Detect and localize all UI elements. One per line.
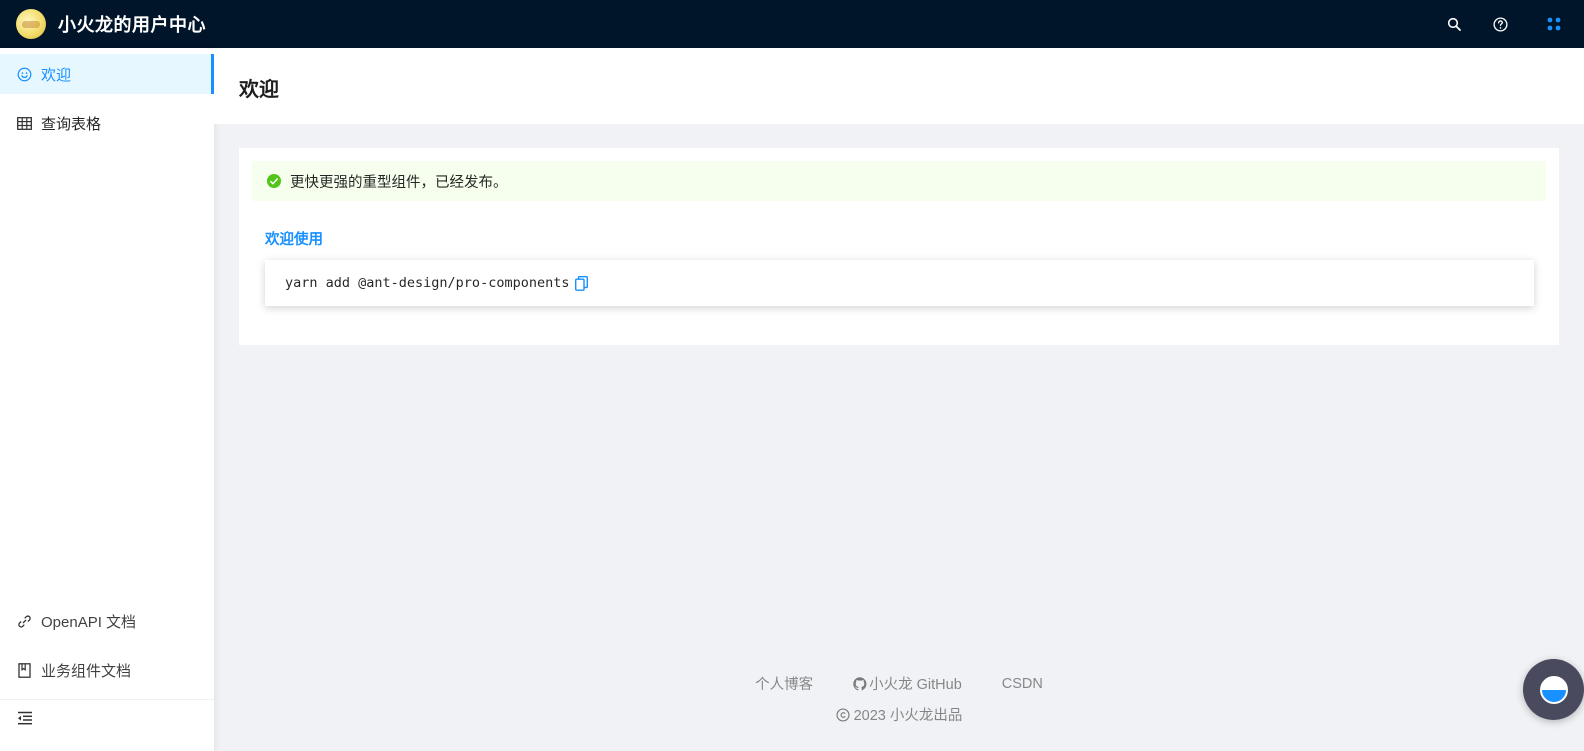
smile-icon [16,66,32,82]
footer-link-label: 个人博客 [755,677,814,693]
sidebar: 欢迎 查询表格 OpenAPI 文档 业务组件文档 [0,48,214,751]
sidebar-item-openapi-docs[interactable]: OpenAPI 文档 [0,601,214,641]
help-button[interactable] [1477,0,1524,48]
floating-assistant-button[interactable] [1523,659,1584,720]
copyright: 2023 小火龙出品 [214,704,1584,725]
header-actions [1430,0,1584,48]
copyright-icon [836,707,850,722]
copy-icon[interactable] [575,275,589,291]
sidebar-item-component-docs[interactable]: 业务组件文档 [0,650,214,690]
footer-link-label: 小火龙 GitHub [869,677,962,693]
search-button[interactable] [1430,0,1477,48]
link-icon [16,613,32,629]
footer-links: 个人博客 小火龙 GitHub CSDN [214,673,1584,694]
alert-message: 更快更强的重型组件，已经发布。 [290,174,508,191]
sidebar-item-query-table[interactable]: 查询表格 [0,103,214,143]
footer-link-csdn[interactable]: CSDN [1002,676,1043,692]
book-icon [16,662,32,678]
github-icon [853,676,867,691]
table-icon [16,115,32,131]
app-title[interactable]: 小火龙的用户中心 [58,11,206,37]
assistant-avatar-icon [1539,675,1568,704]
content-card: 更快更强的重型组件，已经发布。 欢迎使用 yarn add @ant-desig… [239,148,1559,345]
sidebar-item-label: 查询表格 [41,115,102,133]
menu-fold-icon [17,711,33,728]
apps-button[interactable] [1524,0,1584,48]
question-circle-icon [1493,16,1508,32]
sidebar-item-label: 欢迎 [41,66,72,84]
search-icon [1447,17,1461,31]
collapse-sidebar-button[interactable] [16,710,34,728]
install-command-box: yarn add @ant-design/pro-components [265,260,1534,306]
check-circle-icon [267,174,281,188]
success-alert: 更快更强的重型组件，已经发布。 [252,161,1546,201]
footer-link-blog[interactable]: 个人博客 [755,673,813,694]
copyright-text: 2023 小火龙出品 [853,708,963,724]
footer-link-github[interactable]: 小火龙 GitHub [853,673,962,694]
apps-icon [1547,17,1561,31]
app-logo[interactable] [16,9,46,39]
footer-link-label: CSDN [1001,675,1043,692]
install-command-text: yarn add @ant-design/pro-components [285,275,570,291]
sidebar-item-welcome[interactable]: 欢迎 [0,54,214,94]
sidebar-item-label: 业务组件文档 [41,662,132,680]
sidebar-divider [0,699,214,700]
page-header: 欢迎 [214,48,1584,124]
top-header: 小火龙的用户中心 [0,0,1584,48]
welcome-label: 欢迎使用 [265,232,323,248]
sidebar-item-label: OpenAPI 文档 [41,613,137,631]
page-title: 欢迎 [239,79,279,101]
